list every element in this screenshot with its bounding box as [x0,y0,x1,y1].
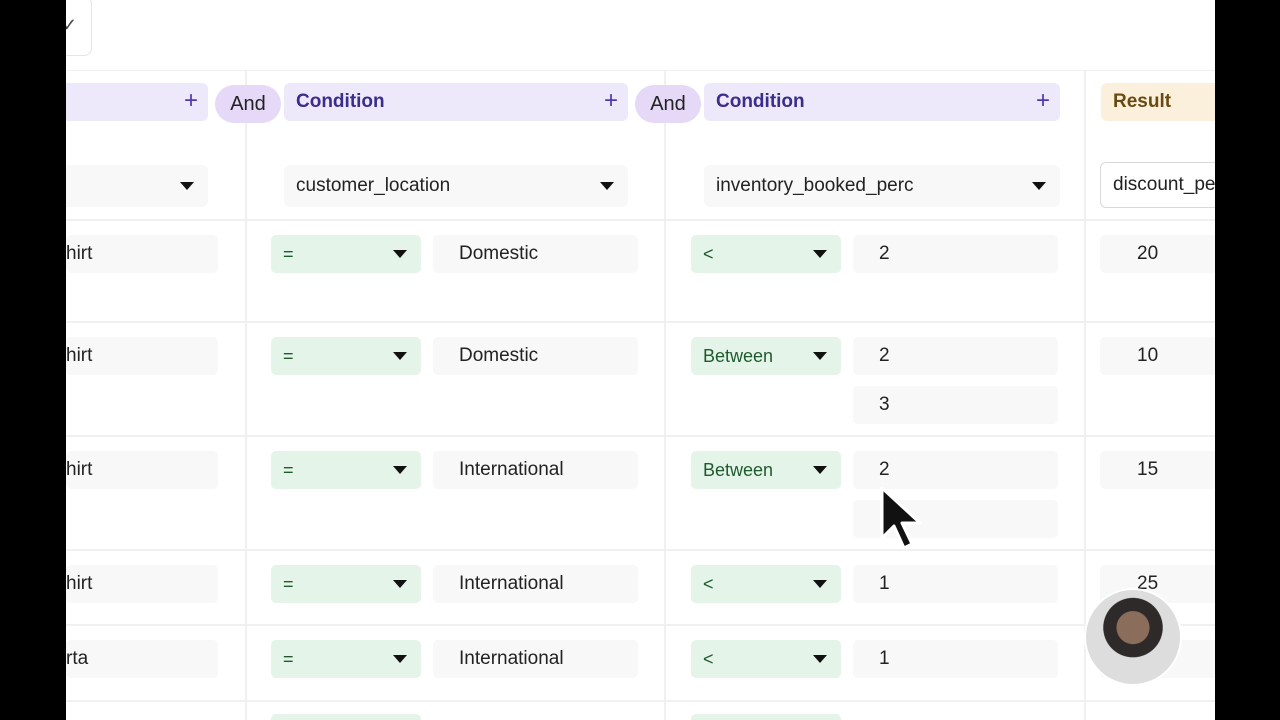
toolbar-button[interactable]: ✓ [66,0,92,56]
operator-select[interactable]: = [271,565,421,603]
operator-select[interactable]: = [271,337,421,375]
row-divider [66,700,1215,702]
cell-value[interactable]: International [433,640,638,678]
cell-value[interactable]: 2 [853,235,1058,273]
result-cell[interactable]: 10 [1100,337,1215,375]
result-cell[interactable]: 15 [1100,451,1215,489]
row-divider [66,549,1215,551]
cell-value[interactable]: Domestic [433,235,638,273]
and-connector[interactable]: And [215,85,281,123]
operator-select[interactable] [271,714,421,720]
caret-down-icon [813,466,827,474]
column-select-inventory[interactable]: inventory_booked_perc [704,165,1060,207]
result-header: Result [1101,83,1215,121]
cell-value[interactable]: International [433,451,638,489]
caret-down-icon [813,655,827,663]
operator-select[interactable]: < [691,235,841,273]
caret-down-icon [393,466,407,474]
cell-value[interactable]: 1 [853,640,1058,678]
condition-header-3: Condition + [704,83,1060,121]
result-header-label: Result [1113,91,1172,112]
column-select-1[interactable] [66,165,208,207]
and-connector[interactable]: And [635,85,701,123]
caret-down-icon [1032,182,1046,190]
condition-header-1: + [66,83,208,121]
row-divider [66,624,1215,626]
operator-select[interactable]: Between [691,451,841,489]
decision-table: ✓ + And Condition + And Condition + Resu… [66,0,1215,720]
caret-down-icon [393,655,407,663]
row-divider [66,219,1215,221]
operator-select[interactable]: < [691,565,841,603]
caret-down-icon [600,182,614,190]
operator-select[interactable]: = [271,235,421,273]
condition-header-2: Condition + [284,83,628,121]
caret-down-icon [813,580,827,588]
operator-select[interactable]: = [271,451,421,489]
condition-header-label: Condition [716,91,805,112]
column-divider [664,70,666,720]
add-condition-button[interactable]: + [604,87,618,115]
row-divider [66,321,1215,323]
column-divider [1084,70,1086,720]
cell-value-from[interactable]: 2 [853,337,1058,375]
presenter-webcam [1086,590,1180,684]
cell-product[interactable]: hirt [66,451,218,489]
cell-value-from[interactable]: 2 [853,451,1058,489]
cell-product[interactable]: hirt [66,235,218,273]
column-divider [245,70,247,720]
cell-value[interactable]: 1 [853,565,1058,603]
condition-header-label: Condition [296,91,385,112]
operator-select[interactable]: Between [691,337,841,375]
add-condition-button[interactable]: + [1036,87,1050,115]
cell-product[interactable]: rta [66,640,218,678]
caret-down-icon [813,352,827,360]
result-cell[interactable]: 20 [1100,235,1215,273]
row-divider [66,435,1215,437]
divider [66,70,1215,71]
operator-select[interactable] [691,714,841,720]
cell-value-to[interactable]: 3 [853,386,1058,424]
column-select-customer-location[interactable]: customer_location [284,165,628,207]
chevron-down-icon: ✓ [66,15,77,35]
cell-product[interactable]: hirt [66,337,218,375]
result-column-input[interactable]: discount_pe [1100,162,1215,208]
mouse-pointer-icon [880,486,922,550]
operator-select[interactable]: < [691,640,841,678]
caret-down-icon [813,250,827,258]
operator-select[interactable]: = [271,640,421,678]
add-condition-button[interactable]: + [184,87,198,115]
caret-down-icon [393,352,407,360]
cell-value[interactable]: International [433,565,638,603]
caret-down-icon [393,580,407,588]
cell-value[interactable]: Domestic [433,337,638,375]
cell-product[interactable]: hirt [66,565,218,603]
caret-down-icon [393,250,407,258]
caret-down-icon [180,182,194,190]
